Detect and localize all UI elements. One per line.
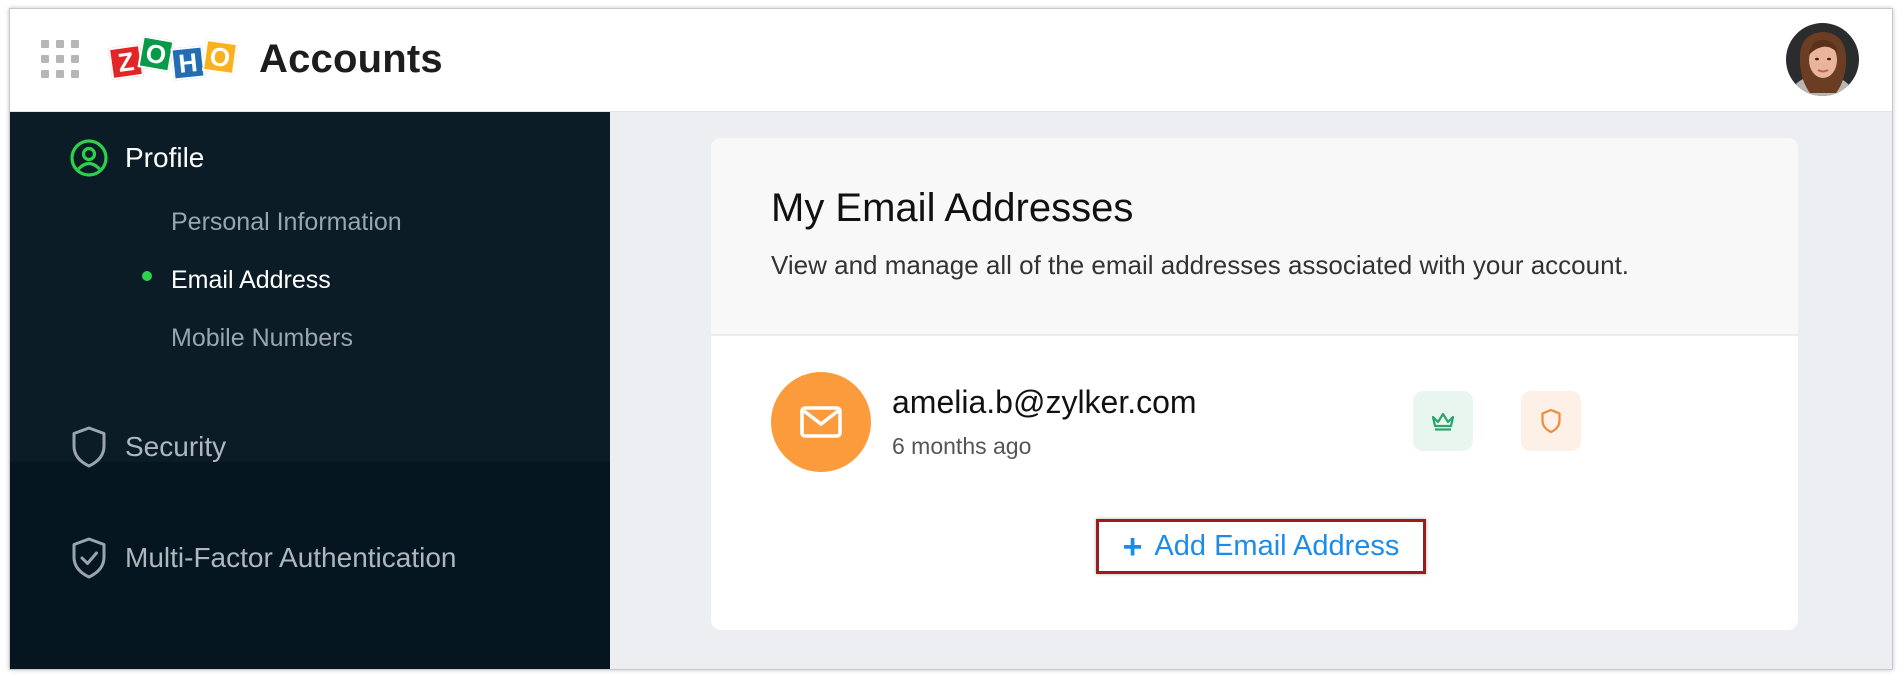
verified-email-badge[interactable]	[1521, 391, 1581, 451]
top-header: Z O H O Accounts	[10, 9, 1892, 112]
email-address-text: amelia.b@zylker.com	[892, 384, 1197, 420]
app-window: Z O H O Accounts Profile Personal Inform…	[9, 8, 1893, 670]
app-title: Accounts	[259, 37, 443, 81]
email-avatar	[771, 372, 871, 472]
user-circle-icon	[70, 139, 108, 177]
crown-icon	[1431, 412, 1455, 431]
sidebar-subitem-mobile-numbers[interactable]: Mobile Numbers	[171, 324, 353, 353]
logo-letter-h: H	[170, 45, 206, 81]
sidebar-item-label: Multi-Factor Authentication	[125, 542, 457, 573]
email-added-time: 6 months ago	[892, 433, 1032, 459]
active-indicator-dot	[142, 271, 152, 281]
shield-icon	[72, 426, 106, 468]
logo-letter-o: O	[137, 35, 175, 73]
mail-icon	[800, 406, 842, 438]
sidebar-subitem-personal-information[interactable]: Personal Information	[171, 208, 402, 237]
sidebar-subitem-email-address[interactable]: Email Address	[171, 266, 331, 295]
plus-icon: +	[1122, 527, 1143, 566]
zoho-logo[interactable]: Z O H O	[107, 35, 245, 84]
add-email-address-button[interactable]: + Add Email Address	[1096, 519, 1426, 574]
shield-icon	[1541, 408, 1561, 434]
main-content: My Email Addresses View and manage all o…	[610, 112, 1892, 669]
page-description: View and manage all of the email address…	[771, 250, 1630, 280]
user-avatar[interactable]	[1786, 23, 1859, 96]
primary-email-badge[interactable]	[1413, 391, 1473, 451]
sidebar-item-label: Profile	[125, 142, 205, 173]
sidebar-item-mfa[interactable]: Multi-Factor Authentication	[69, 536, 457, 580]
add-email-label: Add Email Address	[1154, 530, 1400, 562]
sidebar: Profile Personal Information Email Addre…	[10, 112, 610, 669]
sidebar-item-profile[interactable]: Profile	[69, 138, 204, 178]
sidebar-item-security[interactable]: Security	[69, 425, 226, 469]
shield-check-icon	[72, 537, 106, 579]
email-addresses-card: My Email Addresses View and manage all o…	[711, 138, 1798, 630]
app-grid-icon[interactable]	[41, 40, 79, 78]
logo-letter-o-2: O	[201, 38, 239, 76]
card-header: My Email Addresses View and manage all o…	[711, 138, 1798, 336]
page-title: My Email Addresses	[771, 186, 1134, 230]
sidebar-item-label: Security	[125, 431, 227, 462]
